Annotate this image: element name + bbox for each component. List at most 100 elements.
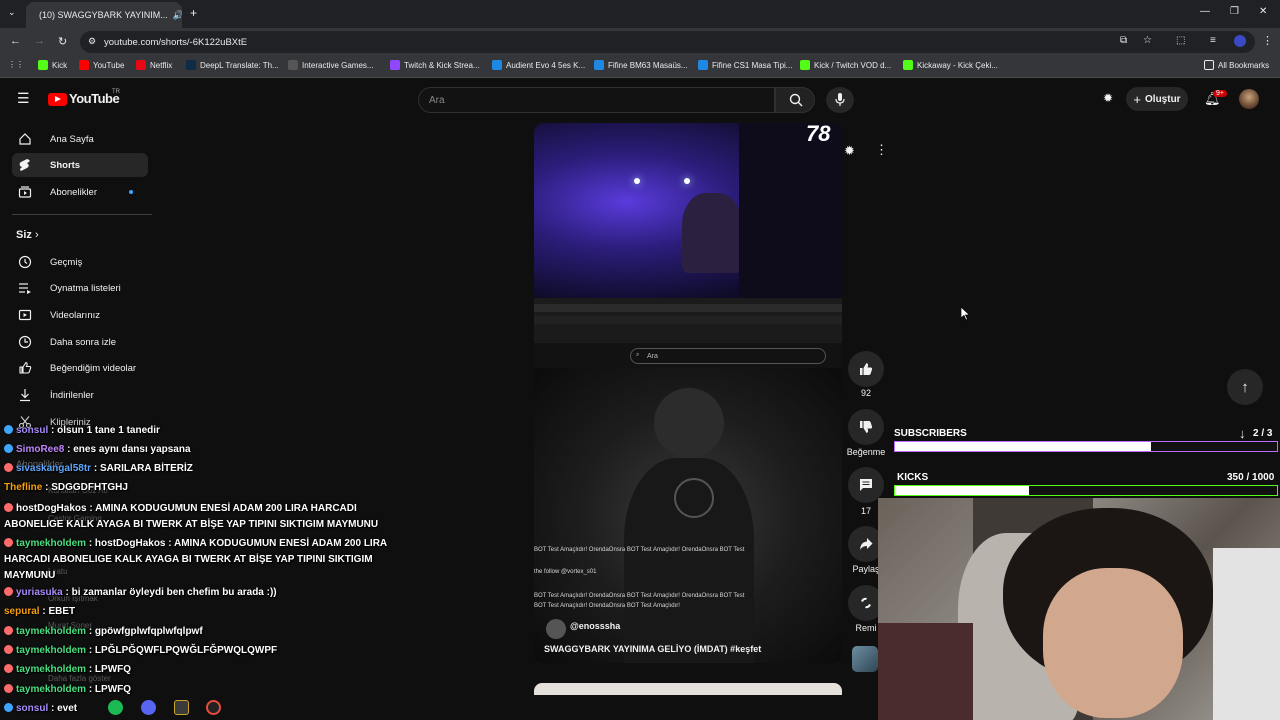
bookmark-deepl[interactable]: DeepL Translate: Th... <box>186 60 279 70</box>
tab-search-icon[interactable]: ⌄ <box>8 7 16 18</box>
video-title[interactable]: SWAGGYBARK YAYINIMA GELİYO (İMDAT) #keşf… <box>544 644 761 654</box>
sidebar-you-heading[interactable]: Siz › <box>16 229 39 241</box>
sidebar-item-subscriptions[interactable]: Abonelikler <box>12 180 148 204</box>
bookmark-fifine-cs1[interactable]: Fifine CS1 Masa Tipi... <box>698 60 792 70</box>
forward-icon[interactable]: → <box>34 35 45 47</box>
video-embedded-browser-strip <box>534 298 842 343</box>
more-options-icon[interactable]: ⋮ <box>875 142 888 158</box>
next-short-preview[interactable] <box>534 683 842 695</box>
clock-icon <box>18 335 32 349</box>
sidebar-item-history[interactable]: Geçmiş <box>12 250 148 274</box>
chat-message: Thefline : SDGGDFHTGHJ <box>4 482 128 493</box>
dislike-label: Beğenme <box>846 447 886 457</box>
url-field[interactable]: ⚙ youtube.com/shorts/-6K122uBXtE ⧉ ☆ ⬚ ≡ <box>80 31 1255 53</box>
comment-icon <box>860 479 872 491</box>
overlay-text-line: BOT Test Amaçlıdır! OrendaOnsra BOT Test… <box>534 547 745 553</box>
arrow-down-icon[interactable]: ↓ <box>1239 426 1246 441</box>
platform-badge-icon <box>4 463 13 472</box>
restore-button[interactable]: ❐ <box>1230 6 1239 17</box>
kick-icon <box>903 60 913 70</box>
minimize-button[interactable]: — <box>1200 6 1210 17</box>
bookmark-twitch-kick[interactable]: Twitch & Kick Strea... <box>390 60 480 70</box>
subscribers-goal-fill <box>895 442 1151 451</box>
channel-name[interactable]: @enosssha <box>570 621 620 631</box>
like-count: 92 <box>860 388 871 398</box>
ghost-sidebar-item: Daha fazla göster <box>48 674 111 683</box>
thumbs-up-icon <box>860 363 873 375</box>
reading-list-icon[interactable]: ≡ <box>1210 35 1216 46</box>
obs-icon[interactable] <box>206 700 221 715</box>
bookmark-kick-twitch-vod[interactable]: Kick / Twitch VOD d... <box>800 60 891 70</box>
reload-icon[interactable]: ↻ <box>58 35 67 48</box>
subscribers-goal-label: SUBSCRIBERS <box>894 428 967 439</box>
chat-message: SimoRee8 : enes aynı dansı yapsana <box>4 444 191 455</box>
video-upper-webcam: 78 <box>534 123 842 298</box>
sidebar-item-playlists[interactable]: Oynatma listeleri <box>12 276 148 300</box>
platform-badge-icon <box>4 425 13 434</box>
extension-icon[interactable]: ✹ <box>844 143 855 159</box>
back-icon[interactable]: ← <box>10 35 21 47</box>
sidebar-item-liked-videos[interactable]: Beğendiğim videolar <box>12 356 148 380</box>
sound-thumbnail[interactable] <box>852 646 878 672</box>
create-button[interactable]: + Oluştur <box>1126 87 1188 111</box>
bookmark-fifine-bm63[interactable]: Fifine BM63 Masaüs... <box>594 60 688 70</box>
site-info-icon[interactable]: ⚙ <box>88 36 96 47</box>
chat-message: taymekholdem : gpöwfgplwfqplwfqlpwf <box>4 626 203 637</box>
bookmarks-bar: ⋮⋮ Kick YouTube Netflix DeepL Translate:… <box>0 56 1280 78</box>
spotify-icon[interactable] <box>108 700 123 715</box>
app-icon[interactable] <box>174 700 189 715</box>
like-button[interactable] <box>848 351 884 387</box>
bookmark-kickaway[interactable]: Kickaway - Kick Çeki... <box>903 60 998 70</box>
region-code: TR <box>112 89 120 95</box>
kicks-goal-fill <box>895 486 1029 495</box>
bookmark-kick[interactable]: Kick <box>38 60 67 70</box>
browser-tab[interactable]: (10) SWAGGYBARK YAYINIM... 🔊 ✕ <box>26 2 182 28</box>
kicks-goal-count: 350 / 1000 <box>1227 472 1275 483</box>
shelf <box>878 623 973 720</box>
extension-icon[interactable]: ✹ <box>1103 91 1113 105</box>
bookmark-netflix[interactable]: Netflix <box>136 60 172 70</box>
sidebar-item-downloads[interactable]: İndirilenler <box>12 383 148 407</box>
light-glow <box>634 178 640 184</box>
search-button[interactable] <box>775 87 815 113</box>
video-panel-dark <box>739 123 842 298</box>
sidebar-item-your-videos[interactable]: Videolarınız <box>12 303 148 327</box>
extensions-icon[interactable]: ⬚ <box>1176 35 1185 46</box>
platform-badge-icon <box>4 664 13 673</box>
check-icon <box>698 60 708 70</box>
bookmark-star-icon[interactable]: ☆ <box>1143 35 1152 46</box>
sidebar-item-shorts[interactable]: Shorts <box>12 153 148 177</box>
chat-message: taymekholdem : LPWFQ <box>4 684 131 695</box>
plus-icon: + <box>1133 91 1142 107</box>
all-bookmarks[interactable]: All Bookmarks <box>1204 60 1269 70</box>
browser-toolbar: ← → ↻ ⚙ youtube.com/shorts/-6K122uBXtE ⧉… <box>0 28 1280 56</box>
bookmark-audient[interactable]: Audient Evo 4 5es K... <box>492 60 585 70</box>
hamburger-menu-icon[interactable]: ☰ <box>17 90 30 107</box>
voice-search-button[interactable] <box>826 87 854 113</box>
dislike-button[interactable] <box>848 409 884 445</box>
chat-message: taymekholdem : LPWFQ <box>4 664 131 675</box>
sidebar-item-watch-later[interactable]: Daha sonra izle <box>12 330 148 354</box>
corner-number: 78 <box>806 123 831 146</box>
browser-menu-icon[interactable]: ⋮ <box>1262 34 1273 47</box>
browser-tab-strip: ⌄ (10) SWAGGYBARK YAYINIM... 🔊 ✕ + — ❐ ✕ <box>0 0 1280 28</box>
short-video-player[interactable]: 78 ⌕ Ara BOT Test Amaçlıdır! OrendaOnsra… <box>534 123 842 663</box>
profile-avatar[interactable] <box>1234 35 1246 47</box>
previous-short-button[interactable]: ↑ <box>1227 369 1263 405</box>
kicks-goal-bar <box>894 485 1278 496</box>
close-window-button[interactable]: ✕ <box>1259 6 1267 17</box>
check-icon <box>594 60 604 70</box>
youtube-icon <box>79 60 89 70</box>
channel-avatar[interactable] <box>546 619 566 639</box>
new-tab-button[interactable]: + <box>190 6 197 20</box>
apps-grid-icon[interactable]: ⋮⋮ <box>8 60 24 69</box>
bookmark-interactive-games[interactable]: Interactive Games... <box>288 60 374 70</box>
user-avatar[interactable] <box>1239 89 1259 109</box>
bookmark-youtube[interactable]: YouTube <box>79 60 124 70</box>
install-app-icon[interactable]: ⧉ <box>1120 35 1127 46</box>
discord-icon[interactable] <box>141 700 156 715</box>
sidebar-item-home[interactable]: Ana Sayfa <box>12 127 148 151</box>
history-icon <box>18 255 32 269</box>
thumbs-up-icon <box>19 361 32 374</box>
search-input[interactable]: Ara <box>418 87 775 113</box>
